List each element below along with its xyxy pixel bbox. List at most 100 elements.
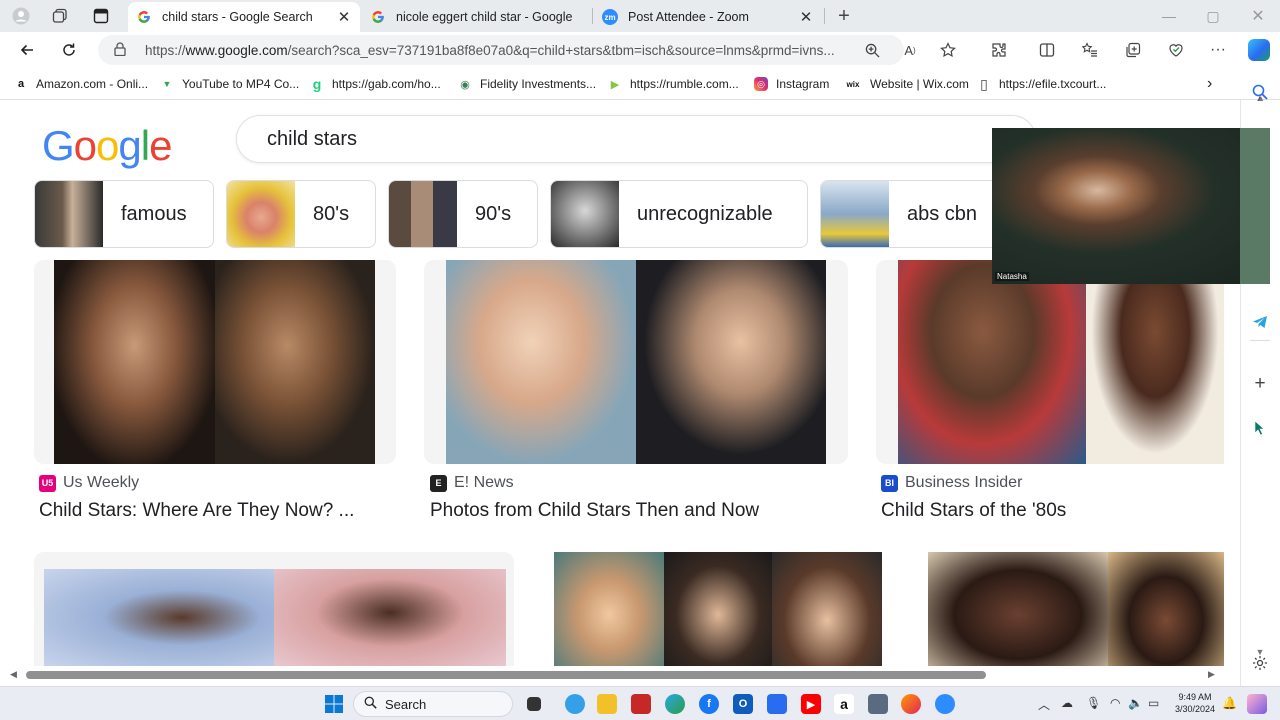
windows-start-icon[interactable] (324, 694, 344, 714)
bookmark-label: Fidelity Investments... (480, 77, 597, 91)
google-logo[interactable]: Google (42, 122, 172, 170)
sidebar-add-icon[interactable]: + (1250, 373, 1270, 394)
logo-letter: e (149, 122, 172, 169)
tab-google-search[interactable]: child stars - Google Search ✕ (128, 2, 360, 32)
task-view-icon[interactable] (527, 697, 541, 711)
result-image-e-news[interactable] (424, 260, 848, 464)
close-tab-icon[interactable]: ✕ (798, 8, 814, 26)
logo-letter: g (118, 122, 141, 169)
bookmark-wix[interactable]: wix Website | Wix.com (844, 75, 969, 93)
bookmark-youtube-mp4[interactable]: ▼ YouTube to MP4 Co... (160, 75, 300, 93)
bookmark-rumble[interactable]: ▶ https://rumble.com... (608, 75, 739, 93)
result-source-e-news[interactable]: E E! News (430, 474, 514, 492)
photo-right (772, 552, 882, 666)
maximize-button[interactable]: ▢ (1193, 4, 1233, 28)
copilot-tray-icon[interactable] (1247, 694, 1267, 714)
collections-icon[interactable] (1123, 40, 1143, 60)
microphone-icon[interactable]: 🎙 (1086, 696, 1101, 710)
profile-icon[interactable] (8, 4, 34, 28)
favorites-list-icon[interactable] (1080, 40, 1100, 60)
taskbar-clock[interactable]: 9:49 AM 3/30/2024 (1170, 691, 1220, 715)
speaker-icon[interactable]: 🔈 (1128, 696, 1143, 710)
vertical-tabs-icon[interactable] (88, 4, 114, 28)
bookmark-efile[interactable]: ▯ https://efile.txcourt... (977, 75, 1106, 93)
lock-icon[interactable] (114, 41, 130, 59)
chip-abs-cbn[interactable]: abs cbn (820, 180, 1000, 248)
photo-right (274, 569, 506, 666)
firefox-icon[interactable] (901, 694, 921, 714)
sidebar-settings-gear-icon[interactable] (1250, 653, 1270, 673)
edge-browser-icon[interactable] (665, 694, 685, 714)
bookmark-instagram[interactable]: ◎ Instagram (754, 75, 829, 93)
refresh-icon[interactable] (56, 37, 82, 63)
result-image-row2-2[interactable] (554, 552, 882, 666)
new-tab-button[interactable]: + (831, 4, 857, 28)
chip-80s[interactable]: 80's (226, 180, 376, 248)
microsoft-store-icon[interactable] (767, 694, 787, 714)
extensions-icon[interactable] (989, 40, 1009, 60)
scrollbar-thumb[interactable] (26, 671, 986, 679)
split-screen-icon[interactable] (1037, 40, 1057, 60)
onedrive-cloud-icon[interactable]: ☁ (1061, 696, 1073, 710)
result-title-e-news[interactable]: Photos from Child Stars Then and Now (430, 500, 759, 522)
workspaces-icon[interactable] (47, 4, 73, 28)
file-explorer-icon[interactable] (597, 694, 617, 714)
chip-90s[interactable]: 90's (388, 180, 538, 248)
rumble-play-icon: ▶ (608, 77, 622, 91)
wix-icon: wix (844, 77, 862, 91)
zoom-magnifier-icon[interactable] (862, 40, 882, 60)
bookmark-amazon[interactable]: a Amazon.com - Onli... (14, 75, 148, 93)
zoom-taskbar-icon[interactable] (935, 694, 955, 714)
bookmark-fidelity[interactable]: ◉ Fidelity Investments... (458, 75, 596, 93)
browser-essentials-icon[interactable] (1166, 40, 1186, 60)
result-source-business-insider[interactable]: BI Business Insider (881, 474, 1022, 492)
sidebar-telegram-icon[interactable] (1250, 312, 1270, 332)
result-image-row2-3[interactable] (928, 552, 1224, 666)
result-title-business-insider[interactable]: Child Stars of the '80s (881, 500, 1066, 522)
bookmark-gab[interactable]: g https://gab.com/ho... (310, 75, 441, 93)
outlook-icon[interactable]: O (733, 694, 753, 714)
clock-date: 3/30/2024 (1174, 704, 1216, 714)
page-icon: ▯ (977, 76, 991, 92)
tray-overflow-chevron-icon[interactable]: ︿ (1038, 696, 1050, 713)
facebook-icon[interactable]: f (699, 694, 719, 714)
sidebar-scroll-up-icon[interactable]: ▲ (1255, 88, 1267, 108)
close-tab-icon[interactable]: ✕ (336, 8, 352, 26)
address-bar[interactable]: https://www.google.com/search?sca_esv=73… (98, 35, 904, 65)
horizontal-scrollbar[interactable]: ◀ ▶ (0, 666, 1240, 686)
chip-unrecognizable[interactable]: unrecognizable (550, 180, 808, 248)
scroll-left-arrow-icon[interactable]: ◀ (10, 669, 17, 680)
amazon-taskbar-icon[interactable]: a (834, 694, 854, 714)
battery-icon[interactable]: ▭ (1148, 696, 1159, 710)
copilot-taskbar-icon[interactable] (565, 694, 585, 714)
chip-thumbnail (35, 181, 103, 247)
back-arrow-icon[interactable] (14, 37, 40, 63)
zoom-video-overlay[interactable]: Natasha (992, 128, 1270, 284)
bookmarks-overflow-chevron-icon[interactable]: › (1207, 75, 1212, 93)
tab-zoom[interactable]: zm Post Attendee - Zoom ✕ (594, 2, 822, 32)
minimize-button[interactable]: — (1149, 4, 1189, 28)
result-image-business-insider[interactable] (876, 260, 1224, 464)
search-input[interactable]: child stars (236, 115, 1036, 163)
result-image-row2-1[interactable] (34, 552, 514, 666)
camera-icon[interactable] (868, 694, 888, 714)
taskbar-search-box[interactable]: Search (353, 691, 513, 717)
result-image-us-weekly[interactable] (34, 260, 396, 464)
favorite-star-icon[interactable] (938, 40, 958, 60)
read-aloud-icon[interactable]: A) (900, 40, 920, 60)
wifi-icon[interactable]: ◠ (1110, 696, 1120, 710)
result-source-us-weekly[interactable]: U5 Us Weekly (39, 474, 139, 492)
chip-famous[interactable]: famous (34, 180, 214, 248)
tab-title: child stars - Google Search (162, 10, 313, 24)
tab-nicole-eggert[interactable]: nicole eggert child star - Google (362, 2, 590, 32)
mcafee-shield-icon[interactable] (631, 694, 651, 714)
result-title-us-weekly[interactable]: Child Stars: Where Are They Now? ... (39, 500, 354, 522)
taskbar-search-label: Search (385, 696, 427, 712)
chip-thumbnail (551, 181, 619, 247)
scroll-right-arrow-icon[interactable]: ▶ (1208, 669, 1215, 680)
more-options-icon[interactable]: ··· (1208, 40, 1228, 60)
tab-title: nicole eggert child star - Google (396, 10, 573, 24)
youtube-icon[interactable]: ▶ (801, 694, 821, 714)
notification-bell-icon[interactable]: 🔔 (1222, 696, 1237, 710)
url-prefix: https:// (145, 42, 186, 58)
